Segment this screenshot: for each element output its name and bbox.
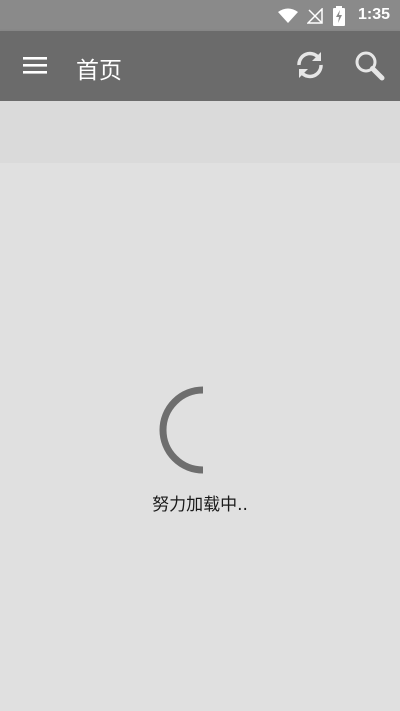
status-time: 1:35 [357,6,390,23]
page-title: 首页 [76,58,122,84]
wifi-icon [278,8,298,23]
no-signal-icon [307,8,323,24]
status-bar: 1:35 [0,0,400,31]
app-bar: 首页 [0,31,400,101]
loading-spinner-icon [159,386,204,474]
refresh-icon[interactable] [293,48,327,82]
menu-icon[interactable] [22,54,48,76]
battery-charging-icon [333,6,345,26]
loading-text: 努力加载中.. [152,495,248,515]
search-icon[interactable] [353,49,385,81]
top-strip [0,101,400,163]
